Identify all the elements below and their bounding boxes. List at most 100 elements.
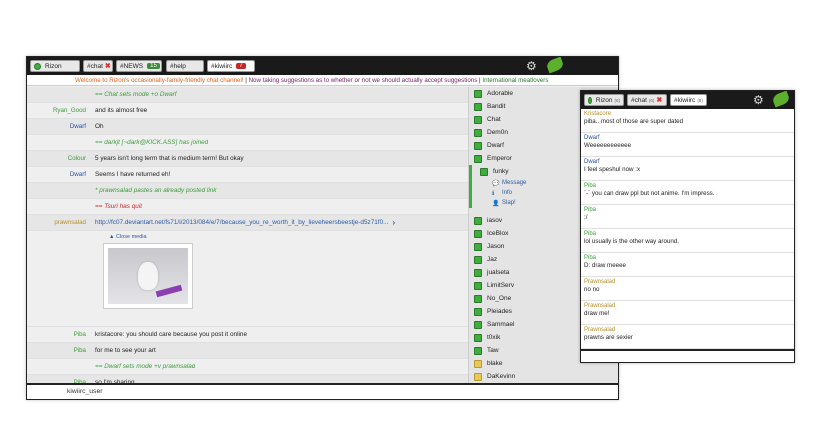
- popup-message-list[interactable]: Kristacore piba.. most of those are super…: [581, 109, 794, 349]
- expand-arrow-icon[interactable]: ›: [392, 218, 395, 227]
- user-mode-icon: [474, 141, 482, 150]
- unread-count-badge: 7: [236, 63, 246, 69]
- media-frame[interactable]: [103, 243, 193, 309]
- message-nick[interactable]: Dwarf: [584, 159, 791, 165]
- message-nick[interactable]: prawnsalad: [27, 219, 95, 226]
- user-mode-icon: [474, 89, 482, 98]
- user-mode-icon: [474, 372, 482, 381]
- message-nick[interactable]: Colour: [27, 155, 95, 162]
- message-text: D: draw meeee: [584, 262, 626, 269]
- message-text: Oh: [95, 123, 104, 130]
- user-nick: IceBlox: [487, 230, 509, 237]
- user-mode-icon: [474, 216, 482, 225]
- user-nick: LimitServ: [487, 282, 515, 289]
- user-nick: iasov: [487, 217, 503, 224]
- message-row: prawnsalad http://fc07.deviantart.net/fs7…: [27, 215, 468, 231]
- user-action-label: Slap!: [502, 200, 516, 206]
- user-mode-icon: [474, 102, 482, 111]
- user-mode-icon: [474, 346, 482, 355]
- popup-message-row: Dwarf Weeeeeeeeeeee: [581, 133, 794, 157]
- user-mode-icon: [474, 359, 482, 368]
- user-nick: Bandit: [487, 103, 506, 110]
- popup-message-row: Dwarf I feel speshul now :x: [581, 157, 794, 181]
- tab-label: #kiwiirc: [674, 96, 696, 104]
- user-mode-icon: [474, 229, 482, 238]
- user-mode-icon: [474, 115, 482, 124]
- tab-kiwiirc[interactable]: #kiwiirc (6): [670, 94, 707, 106]
- message-text: == Chat sets mode +o Dwarf: [95, 91, 177, 98]
- topic-part: Now taking suggestions as to whether or …: [248, 77, 478, 84]
- user-mode-icon: [474, 255, 482, 264]
- gear-icon[interactable]: ⚙: [753, 94, 765, 106]
- kiwi-leaf-icon: [771, 91, 791, 108]
- user-mode-icon: [474, 320, 482, 329]
- user-action-label: Message: [502, 180, 527, 186]
- message-link[interactable]: http://fc07.deviantart.net/fs71/i/2013/0…: [95, 219, 388, 226]
- close-media-label: Close media: [115, 234, 147, 240]
- message-nick[interactable]: Prawnsalad: [584, 303, 791, 309]
- popup-message-row: Piba `-` you can draw ppl but not anime. …: [581, 181, 794, 205]
- message-nick[interactable]: Piba: [584, 231, 791, 237]
- message-row: == Chat sets mode +o Dwarf: [27, 87, 468, 103]
- message-nick[interactable]: Piba: [584, 207, 791, 213]
- channel-topic: Welcome to Rizon's occasionally-family-f…: [27, 75, 618, 86]
- message-list[interactable]: == Chat sets mode +o Dwarf Ryan_Good and i…: [27, 87, 468, 383]
- message-text: lol usually is the other way around.: [584, 238, 679, 245]
- message-text: == Dwarf sets mode +v prawnsalad: [95, 363, 196, 370]
- message-nick[interactable]: Prawnsalad: [584, 327, 791, 333]
- user-nick: Dem0n: [487, 129, 508, 136]
- user-mode-icon: [480, 167, 488, 176]
- message-nick[interactable]: Dwarf: [27, 171, 95, 178]
- message-nick[interactable]: Prawnsalad: [584, 279, 791, 285]
- tab-chat[interactable]: #chat ✖: [83, 60, 113, 72]
- user-action-label: Info: [502, 190, 513, 196]
- message-text: Seems I have returned eh!: [95, 171, 171, 178]
- message-row: Ryan_Good and its almost free: [27, 103, 468, 119]
- close-icon[interactable]: ✖: [105, 63, 111, 70]
- status-dot-icon: [34, 62, 41, 70]
- popup-message-row: Kristacore piba.. most of those are super…: [581, 109, 794, 133]
- message-nick[interactable]: Piba: [27, 347, 95, 354]
- tab-rizon[interactable]: Rizon: [30, 60, 80, 72]
- tab-news[interactable]: #NEWS 15: [116, 60, 162, 72]
- message-nick[interactable]: Piba: [27, 331, 95, 338]
- message-row: Piba kristacore: you should care because …: [27, 327, 468, 343]
- user-nick: Adorable: [487, 90, 514, 97]
- tab-kiwiirc[interactable]: #kiwiirc 7: [207, 60, 255, 72]
- message-nick[interactable]: Kristacore: [584, 111, 791, 117]
- message-nick[interactable]: Piba: [584, 255, 791, 261]
- close-media-link[interactable]: ▲ Close media: [109, 234, 147, 240]
- user-list-item[interactable]: DaKevinn: [469, 370, 618, 383]
- message-row: Dwarf Oh: [27, 119, 468, 135]
- user-nick: DaKevinn: [487, 373, 516, 380]
- popup-message-row: Prawnsalad no no: [581, 277, 794, 301]
- message-input[interactable]: kiwiirc_user: [27, 383, 618, 399]
- message-nick[interactable]: Piba: [584, 183, 791, 189]
- tab-rizon[interactable]: Rizon (6): [584, 94, 624, 106]
- user-nick: funky: [493, 168, 509, 175]
- topic-part: Welcome to Rizon's occasionally-family-f…: [75, 77, 244, 84]
- tab-label: #kiwiirc: [211, 62, 233, 70]
- input-nick[interactable]: kiwiirc_user: [67, 388, 103, 395]
- tab-count: (6): [648, 97, 655, 103]
- message-row: == Tsuri has quit: [27, 199, 468, 215]
- popup-message-input[interactable]: [581, 349, 794, 362]
- tab-chat[interactable]: #chat (6) ✖: [627, 94, 667, 106]
- tab-label: Rizon: [595, 96, 613, 104]
- user-nick: Dwarf: [487, 142, 504, 149]
- tab-label: #help: [170, 62, 186, 70]
- message-text: * prawnsalad pastes an already posted li…: [95, 187, 217, 194]
- gear-icon[interactable]: ⚙: [526, 60, 538, 72]
- message-nick[interactable]: Ryan_Good: [27, 107, 95, 114]
- message-nick[interactable]: Dwarf: [27, 123, 95, 130]
- message-nick[interactable]: Dwarf: [584, 135, 791, 141]
- rat-photo-image: [108, 248, 188, 304]
- close-icon[interactable]: ✖: [656, 97, 663, 104]
- popup-tab-bar: Rizon (6) #chat (6) ✖ #kiwiirc (6) ⚙: [581, 91, 794, 109]
- media-preview-row: ▲ Close media: [27, 231, 468, 327]
- tab-help[interactable]: #help: [166, 60, 204, 72]
- message-row: Piba so I'm sharing: [27, 375, 468, 383]
- message-row: == darkjt [~dark@KICK.ASS] has joined: [27, 135, 468, 151]
- user-nick: Sammael: [487, 321, 515, 328]
- user-nick: Taw: [487, 347, 499, 354]
